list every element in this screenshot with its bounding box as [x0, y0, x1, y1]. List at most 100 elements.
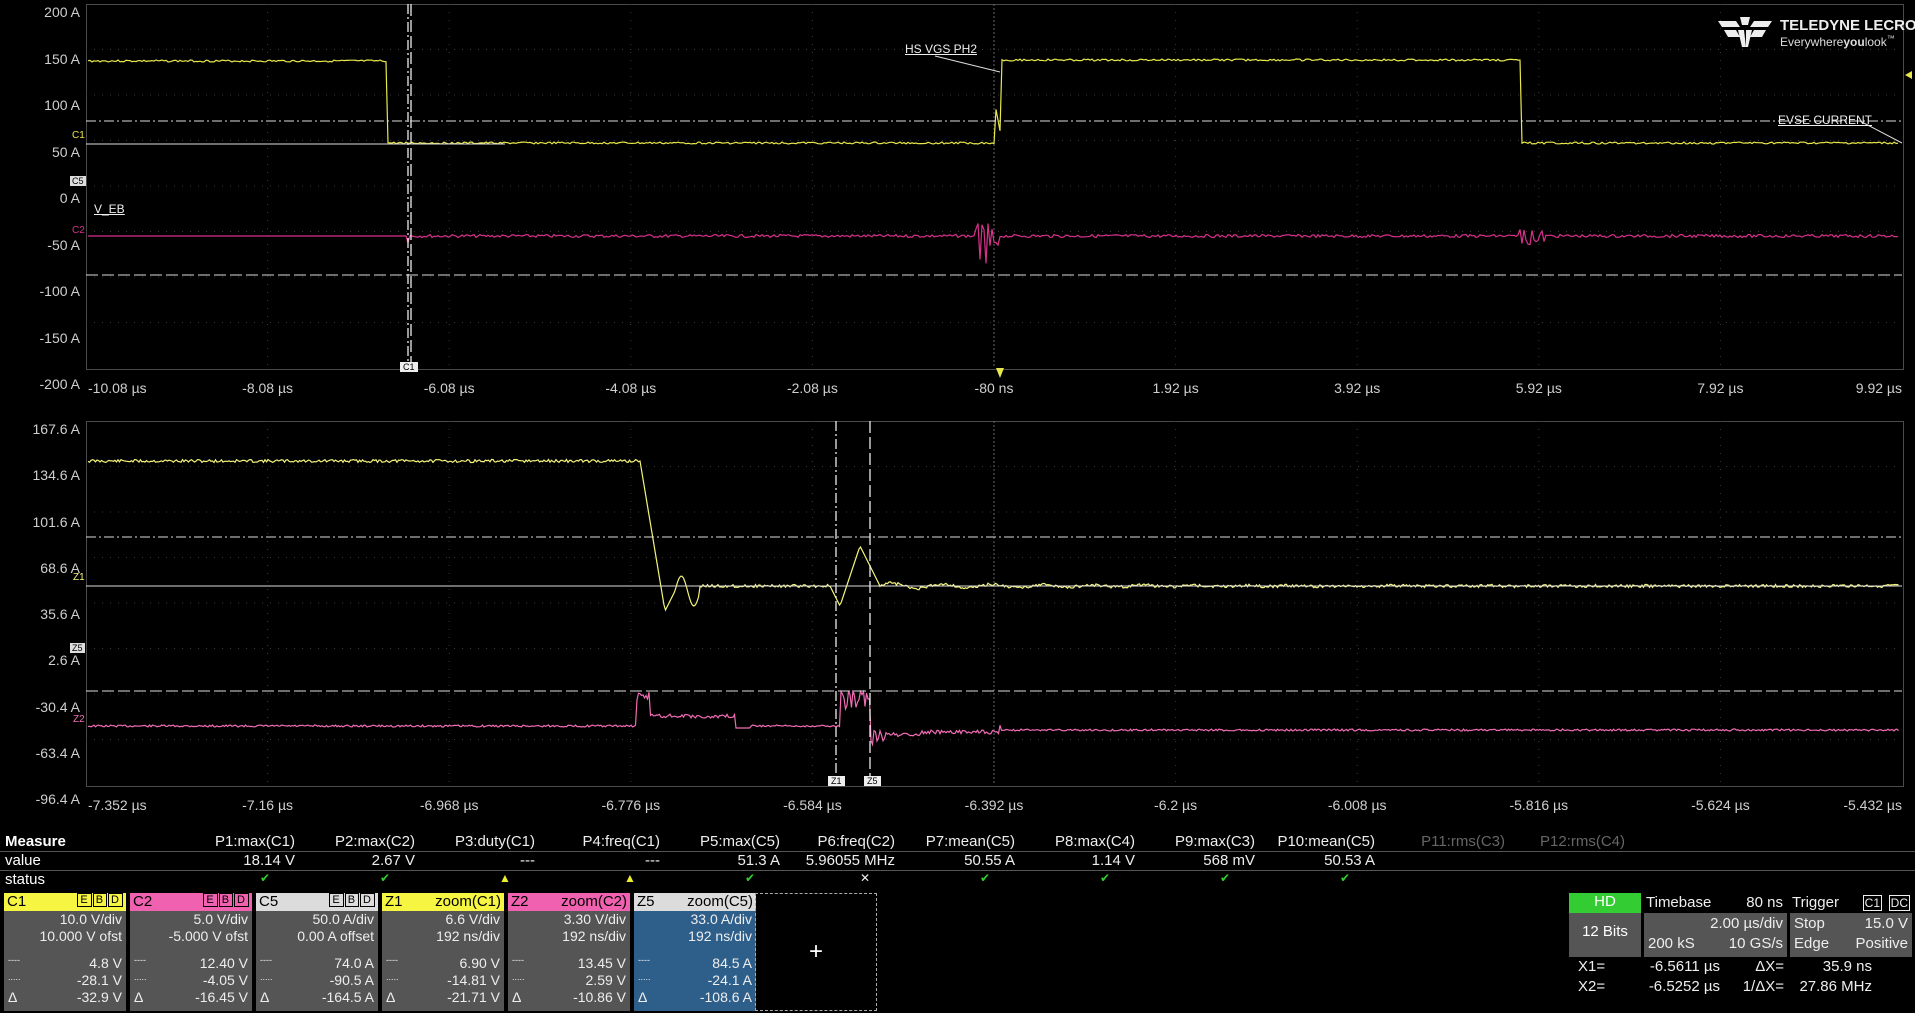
annotation-v-eb[interactable]: V_EB	[94, 202, 125, 216]
cursor1-glyph: ----	[260, 955, 272, 965]
measure-param-name[interactable]: P1:max(C1)	[180, 833, 295, 850]
measure-param-name[interactable]: P3:duty(C1)	[420, 833, 535, 850]
channel-line: ..... -28.1 V	[4, 972, 126, 989]
channel-descriptor-c1[interactable]: C1 E B D 10.0 V/div 10.000 V ofst ---- 4.8 V...…	[4, 893, 126, 1011]
timebase-box[interactable]: Timebase 80 ns 2.00 µs/div 200 kS 10 GS/…	[1644, 893, 1787, 957]
channel-name: C2	[133, 893, 153, 910]
channel-line: ..... 2.59 V	[508, 972, 630, 989]
cursor1-glyph: ----	[134, 955, 146, 965]
measure-param-name[interactable]: P2:max(C2)	[300, 833, 415, 850]
y-tick-label: -100 A	[39, 283, 80, 299]
inv-dx-label: 1/ΔX=	[1742, 978, 1784, 995]
delta-glyph: Δ	[386, 989, 396, 1005]
measure-param-name[interactable]: P10:mean(C5)	[1260, 833, 1375, 850]
y-tick-label: 167.6 A	[32, 421, 81, 437]
dx-value: 35.9 ns	[1822, 958, 1872, 975]
x-tick-label: -5.624 µs	[1691, 797, 1750, 813]
measure-param-name[interactable]: P4:freq(C1)	[545, 833, 660, 850]
measure-param-value: 1.14 V	[1091, 852, 1135, 869]
trigger-slope: Positive	[1855, 935, 1908, 952]
channel-header: Z5 zoom(C5)	[634, 893, 756, 911]
channel-delta: -108.6 A	[699, 989, 752, 1005]
trace-label-z2[interactable]: Z2	[73, 714, 85, 725]
channel-descriptor-z1[interactable]: Z1 zoom(C1) 6.6 V/div 192 ns/div ---- 6.90 V.…	[382, 893, 504, 1011]
timebase-rate: 10 GS/s	[1728, 935, 1783, 952]
measure-param-value: 568 mV	[1203, 852, 1255, 869]
channel-offset: 192 ns/div	[436, 928, 500, 944]
ebd-flag: B	[218, 893, 234, 907]
x1-value: -6.5611 µs	[1649, 958, 1720, 975]
cursor-tag-z1[interactable]: Z1	[828, 776, 845, 786]
channel-cursor2: -4.05 V	[202, 972, 248, 988]
measure-param-name[interactable]: P9:max(C3)	[1140, 833, 1255, 850]
ebd-flag: B	[344, 893, 360, 907]
trigger-type: Edge	[1794, 935, 1830, 952]
channel-line: -5.000 V ofst	[130, 928, 252, 945]
channel-vdiv: 10.0 V/div	[59, 911, 122, 927]
measure-param-value: 50.53 A	[1324, 852, 1375, 869]
trigger-position-marker	[996, 368, 1004, 378]
measure-param-name[interactable]: P12:rms(C4)	[1510, 833, 1625, 850]
timebase-label: Timebase	[1646, 894, 1712, 911]
channel-line: 192 ns/div	[382, 928, 504, 945]
channel-header: C5 E B D	[256, 893, 378, 911]
channel-descriptor-z2[interactable]: Z2 zoom(C2) 3.30 V/div 192 ns/div ---- 13.45 …	[508, 893, 630, 1011]
channel-vdiv: 50.0 A/div	[312, 911, 375, 927]
measure-param-value: 2.67 V	[371, 852, 415, 869]
delta-glyph: Δ	[8, 989, 18, 1005]
cursor-tag-upper[interactable]: C1	[400, 362, 418, 372]
channel-line: ---- 13.45 V	[508, 955, 630, 972]
cursor-tag-z5[interactable]: Z5	[864, 776, 881, 786]
measure-param-name[interactable]: P5:max(C5)	[665, 833, 780, 850]
channel-descriptor-z5[interactable]: Z5 zoom(C5) 33.0 A/div 192 ns/div ---- 84.5 A…	[634, 893, 756, 1011]
measure-title: Measure	[5, 833, 66, 850]
measure-status-icon: ✔	[379, 871, 391, 885]
measure-value-label: value	[5, 852, 41, 869]
measure-status-icon: ▲	[624, 871, 636, 885]
trigger-box[interactable]: Trigger C1 DC Stop 15.0 V Edge Positive	[1790, 893, 1912, 957]
delta-glyph: Δ	[638, 989, 648, 1005]
hd-box[interactable]: HD 12 Bits	[1569, 893, 1641, 957]
waveform-canvas	[86, 4, 1912, 785]
trace-label-c1[interactable]: C1	[72, 130, 85, 141]
channel-line: Δ -164.5 A	[256, 989, 378, 1006]
ebd-flag: E	[203, 893, 218, 907]
y-tick-label: -50 A	[47, 236, 80, 253]
trace-label-c5[interactable]: C5	[70, 176, 86, 186]
channel-line: ..... -90.5 A	[256, 972, 378, 989]
hd-label: HD	[1569, 893, 1641, 913]
annotation-leader	[934, 55, 1001, 73]
measure-table[interactable]: Measure P1:max(C1) P2:max(C2) P3:duty(C1) P…	[0, 833, 1915, 890]
channel-descriptor-c2[interactable]: C2 E B D 5.0 V/div -5.000 V ofst ---- 12.40 V..…	[130, 893, 252, 1011]
annotation-evse-current[interactable]: EVSE CURRENT	[1778, 113, 1872, 127]
measure-param-name[interactable]: P7:mean(C5)	[900, 833, 1015, 850]
channel-line: Δ -16.45 V	[130, 989, 252, 1006]
x-tick-label: 9.92 µs	[1855, 380, 1902, 396]
channel-line: 192 ns/div	[508, 928, 630, 945]
channel-line: Δ -108.6 A	[634, 989, 756, 1006]
cursor2-glyph: .....	[638, 972, 651, 982]
teledyne-lecroy-logo: TELEDYNE LECROY Everywhereyoulook™	[1718, 14, 1915, 54]
channel-cursor1: 12.40 V	[199, 955, 248, 971]
measure-status-icon: ▲	[499, 871, 511, 885]
channel-delta: -10.86 V	[573, 989, 626, 1005]
add-trace-button[interactable]: +	[755, 893, 877, 1011]
channel-cursor2: 2.59 V	[585, 972, 626, 988]
measure-param-name[interactable]: P8:max(C4)	[1020, 833, 1135, 850]
x-tick-label: -7.352 µs	[88, 797, 147, 813]
measure-param-name[interactable]: P6:freq(C2)	[780, 833, 895, 850]
measure-param-name[interactable]: P11:rms(C3)	[1390, 833, 1505, 850]
trace-label-c2[interactable]: C2	[72, 225, 85, 236]
logo-tag-c: look	[1864, 35, 1887, 49]
channel-cursor2: -90.5 A	[329, 972, 374, 988]
channel-source: zoom(C1)	[435, 893, 501, 910]
y-tick-label: 68.6 A	[40, 559, 80, 576]
x-tick-label: -6.08 µs	[423, 380, 475, 396]
channel-descriptor-c5[interactable]: C5 E B D 50.0 A/div 0.00 A offset ---- 74.0 A..…	[256, 893, 378, 1011]
trace-label-z1[interactable]: Z1	[73, 572, 85, 583]
x-tick-label: -2.08 µs	[786, 380, 838, 396]
annotation-hs-vgs[interactable]: HS VGS PH2	[905, 42, 977, 56]
trace-label-z5[interactable]: Z5	[70, 643, 85, 653]
channel-cursor2: -24.1 A	[707, 972, 752, 988]
channel-delta: -21.71 V	[447, 989, 500, 1005]
